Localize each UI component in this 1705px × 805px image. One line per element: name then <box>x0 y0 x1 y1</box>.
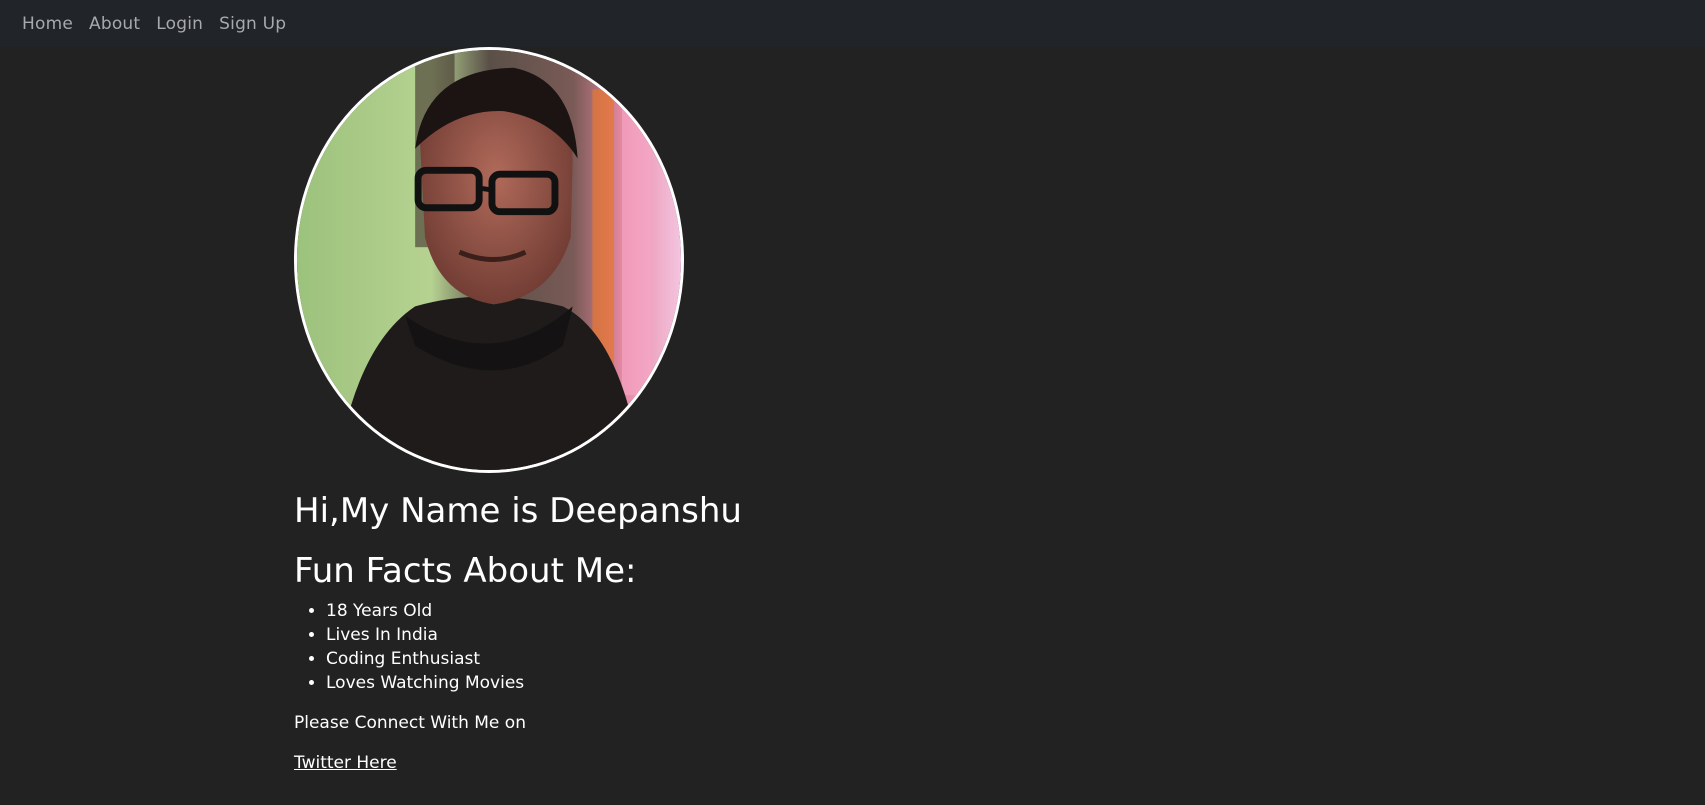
list-item: Loves Watching Movies <box>326 671 524 695</box>
twitter-link[interactable]: Twitter Here <box>294 753 397 773</box>
fun-facts-heading: Fun Facts About Me: <box>294 551 637 591</box>
list-item: 18 Years Old <box>326 599 524 623</box>
nav-signup-link[interactable]: Sign Up <box>219 14 286 34</box>
top-navbar: Home About Login Sign Up <box>0 0 1705 47</box>
nav-home-link[interactable]: Home <box>22 14 73 34</box>
list-item: Lives In India <box>326 623 524 647</box>
name-heading: Hi,My Name is Deepanshu <box>294 491 742 531</box>
profile-photo-image <box>297 50 681 470</box>
nav-about-link[interactable]: About <box>89 14 140 34</box>
profile-photo <box>294 47 684 473</box>
fun-facts-list: 18 Years Old Lives In India Coding Enthu… <box>294 599 524 695</box>
list-item: Coding Enthusiast <box>326 647 524 671</box>
nav-login-link[interactable]: Login <box>156 14 203 34</box>
connect-text: Please Connect With Me on <box>294 713 526 733</box>
